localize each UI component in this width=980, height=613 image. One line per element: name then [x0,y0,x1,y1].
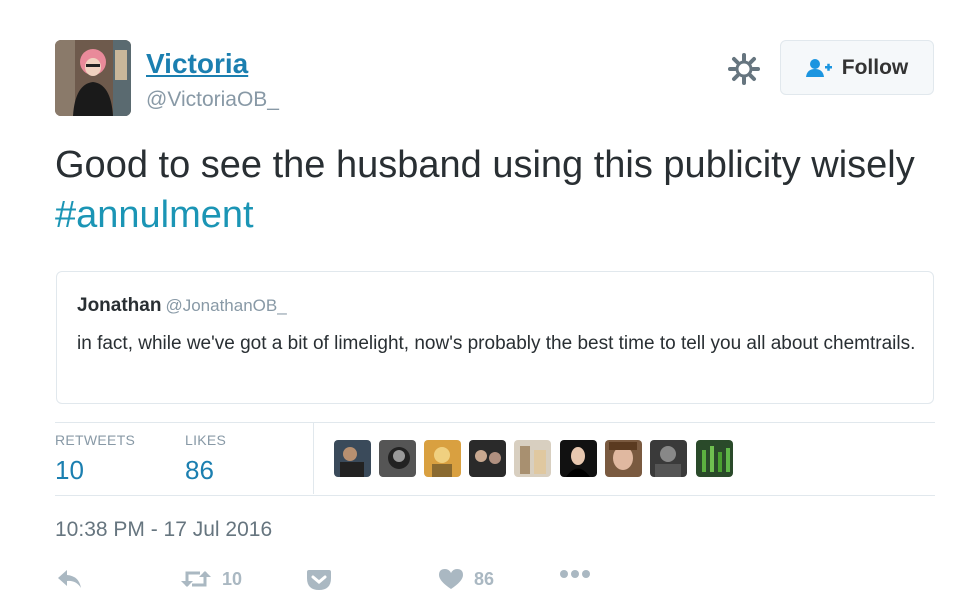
heart-icon [439,569,463,589]
likes-label: LIKES [185,432,227,448]
like-button[interactable]: 86 [438,568,494,590]
quoted-tweet[interactable]: Jonathan @JonathanOB_ in fact, while we'v… [56,271,934,404]
divider-top [55,422,935,423]
tweet-timestamp[interactable]: 10:38 PM - 17 Jul 2016 [55,518,272,542]
retweets-count[interactable]: 10 [55,455,84,486]
author-name[interactable]: Victoria [146,48,248,80]
more-icon [560,570,590,578]
like-count: 86 [474,568,495,589]
liker-avatar[interactable] [696,440,733,477]
reply-icon [58,570,81,588]
liker-avatar[interactable] [334,440,371,477]
liker-avatar[interactable] [469,440,506,477]
quoted-text: in fact, while we've got a bit of limeli… [77,333,916,354]
liker-avatar[interactable] [560,440,597,477]
retweet-count: 10 [222,568,243,589]
liker-avatar[interactable] [379,440,416,477]
liker-avatar[interactable] [424,440,461,477]
author-handle[interactable]: @VictoriaOB_ [146,88,279,112]
save-button[interactable] [306,568,332,592]
liker-avatar[interactable] [650,440,687,477]
quoted-header: Jonathan @JonathanOB_ [77,295,287,317]
liker-avatar[interactable] [605,440,642,477]
retweets-label: RETWEETS [55,432,136,448]
pocket-icon [307,570,331,590]
divider-bottom [55,495,935,496]
tweet-text: Good to see the husband using this publi… [55,140,935,240]
retweet-icon [181,571,211,587]
reply-button[interactable] [57,568,83,590]
gear-icon[interactable] [728,53,760,85]
tweet-body: Good to see the husband using this publi… [55,144,915,186]
retweet-button[interactable]: 10 [180,568,242,590]
follow-person-icon [805,58,832,77]
hashtag-link[interactable]: #annulment [55,194,254,236]
quoted-author-handle: @JonathanOB_ [165,296,287,315]
stats-separator [313,423,314,494]
follow-button[interactable]: Follow [780,40,934,95]
likes-count[interactable]: 86 [185,455,214,486]
follow-label: Follow [841,55,909,79]
quoted-author-name: Jonathan [77,295,162,316]
more-button[interactable] [558,568,592,580]
liker-avatar[interactable] [514,440,551,477]
avatar[interactable] [55,40,131,116]
